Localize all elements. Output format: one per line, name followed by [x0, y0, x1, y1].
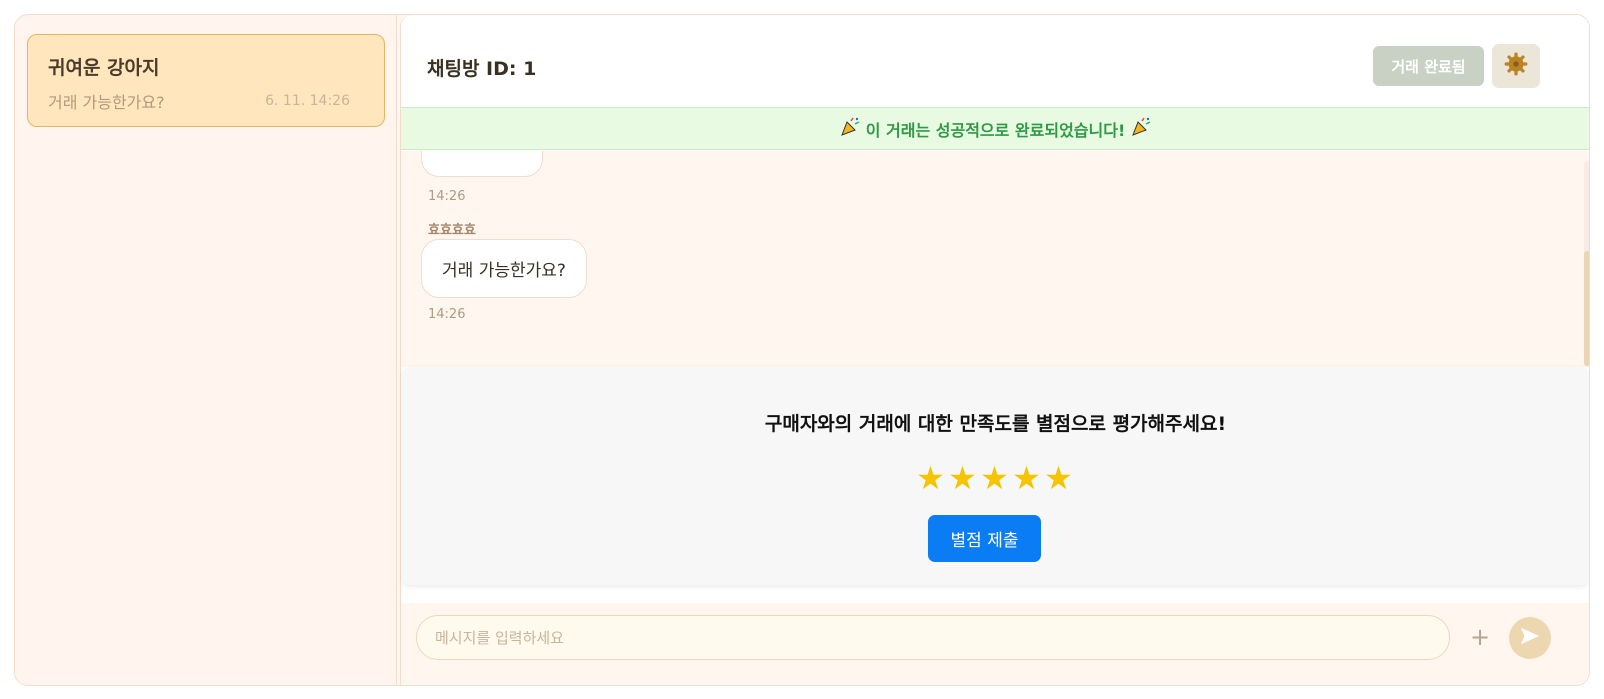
- room-last-message: 거래 가능한가요?: [48, 93, 165, 112]
- star-icon[interactable]: ★: [1012, 459, 1044, 497]
- message-time: 14:26: [428, 307, 466, 322]
- room-time: 6. 11. 14:26: [265, 93, 350, 109]
- send-icon: [1519, 625, 1541, 651]
- chat-room-title: 채팅방 ID: 1: [427, 58, 537, 80]
- chat-room-item[interactable]: 귀여운 강아지 거래 가능한가요? 6. 11. 14:26: [27, 34, 385, 127]
- party-popper-icon: [840, 117, 860, 141]
- star-icon[interactable]: ★: [948, 459, 980, 497]
- message-input[interactable]: [416, 615, 1450, 660]
- chat-header: 채팅방 ID: 1 거래 완료됨: [401, 15, 1589, 106]
- message-input-bar: +: [401, 603, 1589, 685]
- submit-rating-button[interactable]: 별점 제출: [928, 515, 1041, 562]
- message-scrollbar[interactable]: [1584, 161, 1589, 367]
- chat-panel: 채팅방 ID: 1 거래 완료됨 이 거래는 성공적으로 완료되었습니다! 14…: [400, 15, 1589, 685]
- gear-icon: [1503, 51, 1529, 81]
- message-bubble: [421, 151, 543, 177]
- rating-panel: 구매자와의 거래에 대한 만족도를 별점으로 평가해주세요! ★★★★★ 별점 …: [402, 367, 1589, 585]
- send-button[interactable]: [1509, 617, 1551, 659]
- star-icon[interactable]: ★: [980, 459, 1012, 497]
- message-list[interactable]: 14:26 효효효효 거래 가능한가요? 14:26: [401, 151, 1589, 367]
- star-rating: ★★★★★: [402, 459, 1589, 497]
- attach-button[interactable]: +: [1469, 623, 1491, 651]
- rating-question: 구매자와의 거래에 대한 만족도를 별점으로 평가해주세요!: [764, 413, 1227, 435]
- message-time: 14:26: [428, 189, 466, 204]
- trade-complete-banner: 이 거래는 성공적으로 완료되었습니다!: [401, 107, 1589, 150]
- trade-completed-button[interactable]: 거래 완료됨: [1373, 46, 1484, 86]
- message-bubble: 거래 가능한가요?: [421, 239, 587, 298]
- scrollbar-thumb[interactable]: [1584, 251, 1589, 366]
- banner-text: 이 거래는 성공적으로 완료되었습니다!: [865, 120, 1126, 140]
- star-icon[interactable]: ★: [916, 459, 948, 497]
- room-name: 귀여운 강아지: [48, 57, 160, 79]
- chat-room-list: 귀여운 강아지 거래 가능한가요? 6. 11. 14:26: [15, 15, 397, 685]
- chat-app: 귀여운 강아지 거래 가능한가요? 6. 11. 14:26 채팅방 ID: 1…: [14, 14, 1590, 686]
- star-icon[interactable]: ★: [1044, 459, 1076, 497]
- message-sender: 효효효효: [428, 223, 476, 238]
- party-popper-icon: [1131, 117, 1151, 141]
- message-text: 거래 가능한가요?: [442, 261, 566, 281]
- settings-button[interactable]: [1492, 44, 1540, 88]
